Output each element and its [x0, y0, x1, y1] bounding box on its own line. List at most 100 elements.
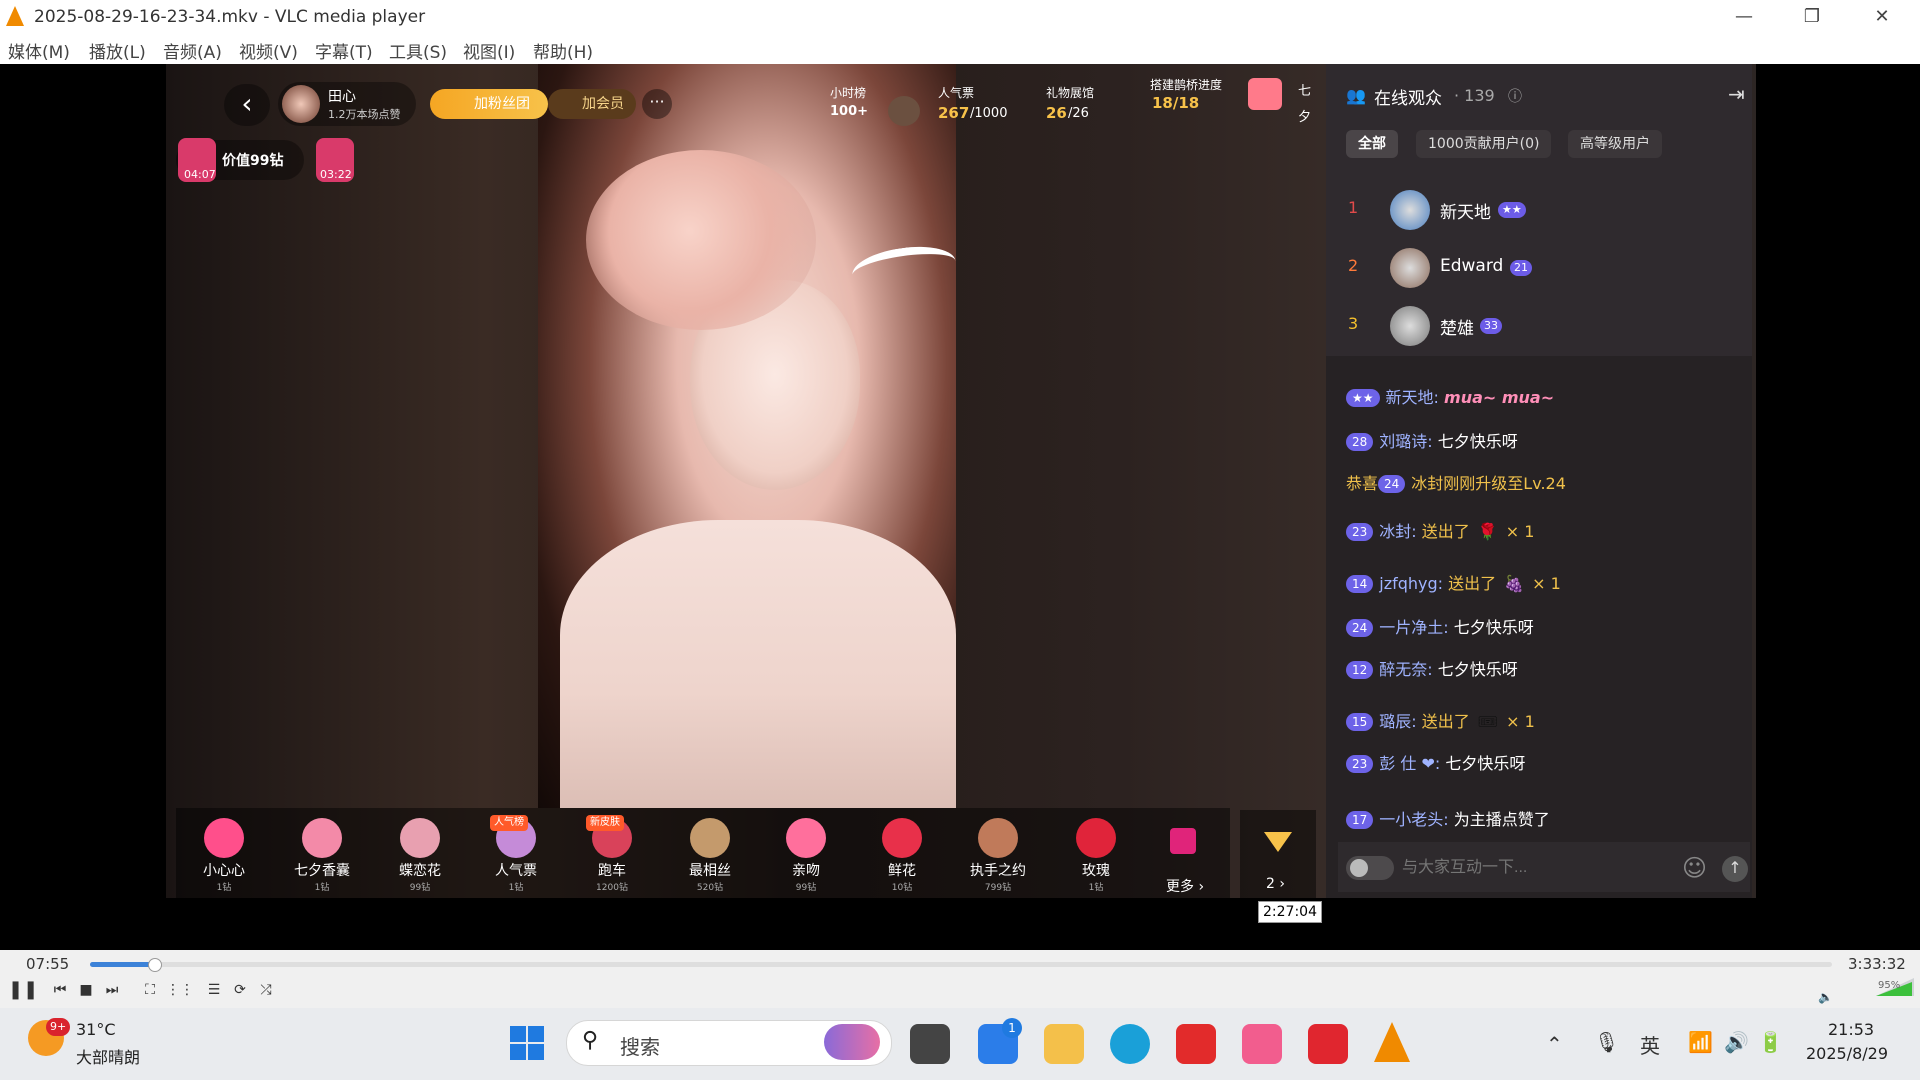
collapse-panel-icon[interactable]: ⇥: [1728, 82, 1745, 106]
menu-subtitle[interactable]: 字幕(T): [315, 38, 373, 63]
chat-message[interactable]: 14 jzfqhyg: 送出了 🍇 × 1: [1346, 570, 1561, 594]
chat-username[interactable]: 一小老头:: [1379, 810, 1448, 829]
chat-username[interactable]: 彭 仕 ❤:: [1379, 754, 1440, 773]
seek-bar[interactable]: [90, 962, 1832, 967]
rank-name[interactable]: 新天地: [1440, 198, 1491, 223]
chat-username[interactable]: 刘璐诗:: [1379, 432, 1432, 451]
chat-text: 为主播点赞了: [1453, 810, 1550, 829]
gift-item[interactable]: 执手之约 799钻: [950, 810, 1046, 898]
edge-browser-icon[interactable]: [1110, 1024, 1150, 1064]
chat-username[interactable]: 醉无奈:: [1379, 660, 1432, 679]
playlist-icon[interactable]: ☰: [204, 980, 224, 1000]
speaker-icon[interactable]: 🔈: [1818, 990, 1833, 1004]
gift-bag-icon[interactable]: [1170, 828, 1196, 854]
chat-username[interactable]: 璐辰:: [1379, 712, 1416, 731]
chat-message[interactable]: ★★ 新天地: mua~ mua~: [1346, 384, 1554, 408]
chat-message[interactable]: 17 一小老头: 为主播点赞了: [1346, 806, 1550, 830]
back-button[interactable]: ‹: [224, 84, 270, 126]
gift-box-icon[interactable]: [1248, 78, 1282, 110]
chat-username[interactable]: 新天地:: [1386, 388, 1439, 407]
menu-audio[interactable]: 音频(A): [163, 38, 222, 63]
gift-item[interactable]: 蝶恋花 99钻: [372, 810, 468, 898]
clock-date[interactable]: 2025/8/29: [1806, 1044, 1888, 1063]
hour-rank-value[interactable]: 100+: [830, 104, 868, 119]
pause-button[interactable]: ❚❚: [8, 980, 38, 1000]
chat-message[interactable]: 15 璐辰: 送出了 🎟 × 1: [1346, 708, 1535, 732]
stop-icon[interactable]: ■: [76, 980, 96, 1000]
gift-item[interactable]: 玫瑰 1钻: [1048, 810, 1144, 898]
gift-name: 跑车: [598, 863, 626, 879]
gift-more-button[interactable]: 更多 ›: [1166, 876, 1204, 896]
loop-icon[interactable]: ⟳: [230, 980, 250, 1000]
windows-start-icon[interactable]: [510, 1026, 544, 1060]
gift-item[interactable]: 七夕香囊 1钻: [274, 810, 370, 898]
vlc-taskbar-icon[interactable]: [1374, 1022, 1410, 1062]
minimize-button[interactable]: —: [1714, 0, 1774, 34]
chat-level-badge: ★★: [1346, 389, 1380, 407]
file-explorer-icon[interactable]: [1044, 1024, 1084, 1064]
volume-icon[interactable]: 🔊: [1724, 1030, 1749, 1054]
rank-name[interactable]: Edward: [1440, 256, 1503, 276]
extended-settings-icon[interactable]: ⋮⋮: [166, 980, 194, 1000]
fan-club-button[interactable]: 加粉丝团: [430, 89, 548, 119]
menu-video[interactable]: 视频(V): [239, 38, 298, 63]
gift-name: 鲜花: [888, 863, 916, 879]
send-icon[interactable]: ↑: [1722, 856, 1748, 882]
seek-handle[interactable]: [148, 958, 162, 972]
red-app-icon[interactable]: [1308, 1024, 1348, 1064]
chat-username[interactable]: jzfqhyg:: [1379, 574, 1443, 593]
emoji-icon[interactable]: ☺: [1682, 854, 1707, 882]
close-button[interactable]: ✕: [1852, 0, 1912, 34]
more-icon[interactable]: ···: [642, 89, 672, 119]
member-button[interactable]: 加会员: [548, 89, 636, 119]
shuffle-icon[interactable]: ⤮: [256, 980, 276, 1000]
chat-message[interactable]: 23 彭 仕 ❤: 七夕快乐呀: [1346, 750, 1525, 774]
help-icon[interactable]: ⓘ: [1508, 86, 1522, 106]
menu-playback[interactable]: 播放(L): [89, 38, 146, 63]
avatar[interactable]: [1390, 306, 1430, 346]
tab-high-level[interactable]: 高等级用户: [1568, 130, 1662, 158]
tab-top-contributors[interactable]: 1000贡献用户(0): [1416, 130, 1552, 158]
menu-tools[interactable]: 工具(S): [389, 38, 447, 63]
fullscreen-icon[interactable]: ⛶: [140, 980, 160, 1000]
menu-help[interactable]: 帮助(H): [533, 38, 593, 63]
gift-price: 520钻: [696, 883, 724, 893]
chat-message[interactable]: 恭喜 24 冰封刚刚升级至Lv.24: [1346, 470, 1566, 494]
bilibili-icon[interactable]: [1242, 1024, 1282, 1064]
gift-item[interactable]: 亲吻 99钻: [758, 810, 854, 898]
gift-item[interactable]: 鲜花 10钻: [854, 810, 950, 898]
avatar[interactable]: [1390, 248, 1430, 288]
wifi-icon[interactable]: 📶: [1688, 1030, 1713, 1054]
gift-item[interactable]: 最相丝 520钻: [662, 810, 758, 898]
avatar[interactable]: [1390, 190, 1430, 230]
previous-icon[interactable]: ⏮: [50, 980, 70, 1000]
clock-time[interactable]: 21:53: [1828, 1020, 1874, 1039]
gift-item[interactable]: 小心心 1钻: [176, 810, 272, 898]
chat-message[interactable]: 12 醉无奈: 七夕快乐呀: [1346, 656, 1518, 680]
weather-temp[interactable]: 31°C: [76, 1020, 116, 1039]
microphone-icon[interactable]: 🎙: [1594, 1030, 1619, 1054]
popularity-value[interactable]: 267: [938, 104, 969, 122]
chat-message[interactable]: 23 冰封: 送出了 🌹 × 1: [1346, 518, 1534, 542]
battery-icon[interactable]: 🔋: [1758, 1030, 1783, 1054]
gift-hall-value[interactable]: 26: [1046, 104, 1067, 122]
host-avatar[interactable]: [282, 85, 320, 123]
chat-message[interactable]: 28 刘璐诗: 七夕快乐呀: [1346, 428, 1518, 452]
wps-icon[interactable]: [1176, 1024, 1216, 1064]
task-view-icon[interactable]: [910, 1024, 950, 1064]
input-language[interactable]: 英: [1640, 1030, 1660, 1059]
weather-desc[interactable]: 大部晴朗: [76, 1044, 140, 1068]
bridge-value[interactable]: 18/18: [1152, 94, 1199, 112]
rank-name[interactable]: 楚雄: [1440, 314, 1474, 339]
chat-message[interactable]: 24 一片净土: 七夕快乐呀: [1346, 614, 1534, 638]
maximize-button[interactable]: ❐: [1782, 0, 1842, 34]
menu-view[interactable]: 视图(I): [463, 38, 515, 63]
search-highlight-icon[interactable]: [824, 1024, 880, 1060]
next-icon[interactable]: ⏭: [102, 980, 122, 1000]
tab-all[interactable]: 全部: [1346, 130, 1398, 158]
tray-expand-icon[interactable]: ⌃: [1546, 1032, 1563, 1056]
gift-hall-label: 礼物展馆: [1046, 86, 1095, 100]
menu-media[interactable]: 媒体(M): [8, 38, 70, 63]
chat-username[interactable]: 冰封:: [1379, 522, 1416, 541]
chat-username[interactable]: 一片净土:: [1379, 618, 1448, 637]
